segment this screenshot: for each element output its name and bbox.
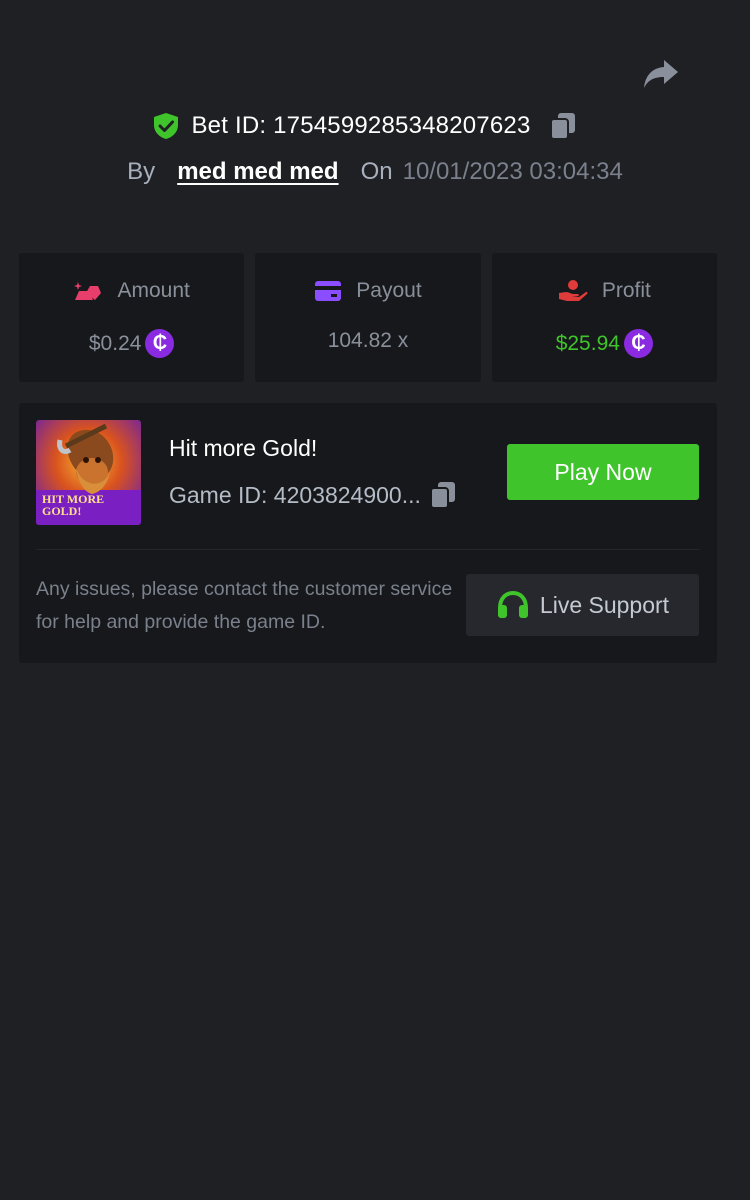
game-id-row: Game ID: 4203824900... xyxy=(169,480,457,510)
profit-label: Profit xyxy=(601,279,651,302)
coin-icon: ₵ xyxy=(623,329,653,358)
by-label: By xyxy=(127,158,156,185)
payout-value: 104.82 x xyxy=(327,329,409,352)
gold-bars-icon xyxy=(74,282,102,300)
bet-detail-page: Bet ID: 1754599285348207623 By med med m… xyxy=(0,0,750,1200)
bet-id: Bet ID: 1754599285348207623 xyxy=(191,112,531,139)
payout-card: Payout 104.82 x xyxy=(255,253,481,382)
profit-card: Profit $25.94 ₵ xyxy=(491,253,717,382)
amount-label: Amount xyxy=(117,279,190,302)
thumbnail-title-line2: GOLD! xyxy=(42,504,81,518)
headset-icon xyxy=(497,590,528,618)
amount-header: Amount xyxy=(19,279,244,303)
play-now-button[interactable]: Play Now xyxy=(507,444,699,500)
game-panel: HIT MORE GOLD! Hit more Gold! Game ID: 4… xyxy=(19,403,717,663)
profit-value: $25.94 xyxy=(555,331,620,355)
copy-bet-id-icon[interactable] xyxy=(549,111,577,141)
amount-value-row: $0.24 ₵ xyxy=(19,329,244,358)
card-icon xyxy=(315,281,342,301)
game-thumbnail[interactable]: HIT MORE GOLD! xyxy=(36,420,141,525)
payout-value-row: 104.82 x xyxy=(255,329,480,353)
coin-icon: ₵ xyxy=(145,329,175,358)
bet-datetime: 10/01/2023 03:04:34 xyxy=(402,158,623,185)
payout-header: Payout xyxy=(255,279,480,303)
bet-stats: Amount $0.24 ₵ Payout 104.82 x Profit $2… xyxy=(19,253,717,382)
profit-value-row: $25.94 ₵ xyxy=(492,329,717,358)
game-thumbnail-art: HIT MORE GOLD! xyxy=(36,420,141,525)
bet-id-row: Bet ID: 1754599285348207623 xyxy=(0,108,750,144)
amount-value: $0.24 xyxy=(88,331,142,355)
game-id: Game ID: 4203824900... xyxy=(169,481,421,508)
live-support-label: Live Support xyxy=(539,591,670,618)
profit-header: Profit xyxy=(492,279,717,303)
bet-meta-row: By med med med On 10/01/2023 03:04:34 xyxy=(0,155,750,189)
live-support-button[interactable]: Live Support xyxy=(466,574,699,636)
username-link[interactable]: med med med xyxy=(177,158,338,186)
payout-label: Payout xyxy=(356,279,422,302)
amount-card: Amount $0.24 ₵ xyxy=(19,253,245,382)
game-name: Hit more Gold! xyxy=(169,435,318,461)
verified-shield-icon xyxy=(154,113,179,139)
copy-game-id-icon[interactable] xyxy=(429,480,457,510)
divider xyxy=(36,549,700,550)
on-label: On xyxy=(360,158,393,185)
hand-money-icon xyxy=(558,280,588,301)
share-icon[interactable] xyxy=(642,58,680,90)
support-help-text: Any issues, please contact the customer … xyxy=(36,578,453,633)
